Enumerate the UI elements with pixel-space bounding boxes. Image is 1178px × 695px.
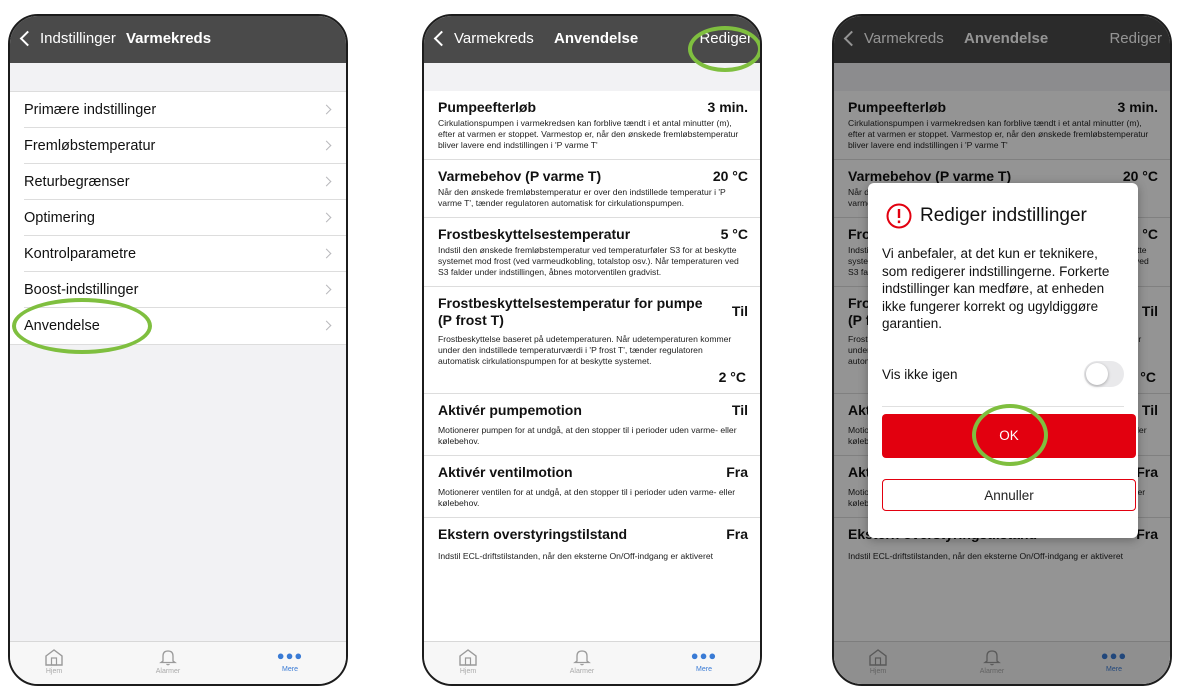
- dialog-title: Rediger indstillinger: [920, 205, 1087, 226]
- home-icon: [459, 649, 477, 666]
- dont-show-again-row: Vis ikke igen: [882, 359, 1124, 389]
- tab-label: Alarmer: [569, 668, 595, 675]
- setting-varmebehov[interactable]: Varmebehov (P varme T) 20 °C Når den øns…: [424, 160, 760, 218]
- tab-alarms[interactable]: Alarmer: [552, 648, 612, 675]
- setting-value: 20 °C: [712, 168, 748, 184]
- list-item-optimering[interactable]: Optimering: [10, 200, 346, 236]
- back-label: Varmekreds: [454, 30, 534, 47]
- setting-description: Motionerer ventilen for at undgå, at den…: [438, 487, 736, 508]
- setting-value: Til: [731, 303, 748, 319]
- setting-ekstern-overstyring[interactable]: Ekstern overstyringstilstand Fra Indstil…: [424, 518, 760, 570]
- back-label: Indstillinger: [40, 30, 116, 47]
- tab-label: Mere: [696, 666, 712, 673]
- tab-alarms[interactable]: Alarmer: [138, 648, 198, 675]
- highlight-ring: [972, 404, 1048, 466]
- list-item-label: Fremløbstemperatur: [24, 138, 156, 154]
- setting-description: Frostbeskyttelse baseret på udetemperatu…: [438, 334, 732, 366]
- setting-description: Indstil den ønskede fremløbstemperatur v…: [438, 245, 739, 277]
- chevron-right-icon: [321, 248, 332, 259]
- chevron-right-icon: [321, 104, 332, 115]
- tab-home[interactable]: Hjem: [24, 648, 84, 675]
- phone-screen-anvendelse: Varmekreds Anvendelse Rediger Pumpeefter…: [422, 14, 762, 686]
- dont-show-again-toggle[interactable]: [1084, 361, 1124, 387]
- tab-label: Alarmer: [155, 668, 181, 675]
- bell-icon: [159, 650, 177, 666]
- chevron-right-icon: [321, 284, 332, 295]
- list-item-label: Optimering: [24, 210, 95, 226]
- page-title: Anvendelse: [554, 30, 639, 47]
- warning-icon: [886, 203, 912, 229]
- list-item-label: Returbegrænser: [24, 174, 130, 190]
- settings-detail-list: Pumpeefterløb 3 min. Cirkulationspumpen …: [424, 91, 760, 651]
- setting-value: Fra: [726, 464, 748, 480]
- list-item-label: Kontrolparametre: [24, 246, 137, 262]
- setting-title: Aktivér pumpemotion: [438, 402, 582, 418]
- setting-frostbeskyttelse[interactable]: Frostbeskyttelsestemperatur 5 °C Indstil…: [424, 218, 760, 287]
- home-icon: [45, 649, 63, 666]
- tab-bar: Hjem Alarmer ●●● Mere: [10, 641, 346, 684]
- cancel-button[interactable]: Annuller: [882, 479, 1136, 511]
- list-item-label: Boost-indstillinger: [24, 282, 139, 298]
- setting-title: Frostbeskyttelsestemperatur: [438, 226, 631, 242]
- setting-description: Indstil ECL-driftstilstanden, når den ek…: [438, 551, 713, 561]
- setting-value: Fra: [726, 526, 748, 542]
- setting-description: Motionerer pumpen for at undgå, at den s…: [438, 425, 737, 446]
- setting-ventilmotion[interactable]: Aktivér ventilmotion Fra Motionerer vent…: [424, 456, 760, 518]
- list-item-kontrol[interactable]: Kontrolparametre: [10, 236, 346, 272]
- setting-value: Til: [731, 402, 748, 418]
- list-item-retur[interactable]: Returbegrænser: [10, 164, 346, 200]
- phone-screen-anvendelse-dialog: Varmekreds Anvendelse Rediger Pumpeefter…: [832, 14, 1172, 686]
- list-item-label: Primære indstillinger: [24, 102, 157, 118]
- confirm-dialog: Rediger indstillinger Vi anbefaler, at d…: [868, 183, 1138, 538]
- setting-title: Varmebehov (P varme T): [438, 168, 602, 184]
- tab-label: Hjem: [45, 668, 63, 675]
- setting-pumpemotion[interactable]: Aktivér pumpemotion Til Motionerer pumpe…: [424, 394, 760, 456]
- more-dots-icon: ●●●: [690, 648, 718, 663]
- back-button[interactable]: Varmekreds: [432, 30, 534, 47]
- setting-title: Ekstern overstyringstilstand: [438, 526, 628, 542]
- list-item-primaere[interactable]: Primære indstillinger: [10, 92, 346, 128]
- setting-description: Cirkulationspumpen i varmekredsen kan fo…: [438, 118, 739, 150]
- navigation-bar: Indstillinger Varmekreds: [10, 16, 346, 63]
- dialog-header: Rediger indstillinger: [886, 203, 1087, 229]
- toggle-knob: [1086, 363, 1108, 385]
- chevron-right-icon: [321, 212, 332, 223]
- setting-title: Frostbeskyttelsestemperatur for pumpe (P…: [438, 295, 703, 328]
- highlight-ring: [688, 26, 760, 72]
- phone-screen-varmekreds: Indstillinger Varmekreds Primære indstil…: [8, 14, 348, 686]
- more-dots-icon: ●●●: [276, 648, 304, 663]
- setting-value: 3 min.: [707, 99, 748, 115]
- tab-label: Mere: [282, 666, 298, 673]
- tab-home[interactable]: Hjem: [438, 648, 498, 675]
- setting-pumpeefterloeb[interactable]: Pumpeefterløb 3 min. Cirkulationspumpen …: [424, 91, 760, 160]
- setting-frost-pumpe[interactable]: Frostbeskyttelsestemperatur for pumpe (P…: [424, 287, 760, 394]
- setting-description: Når den ønskede fremløbstemperatur er ov…: [438, 187, 726, 208]
- list-item-fremloeb[interactable]: Fremløbstemperatur: [10, 128, 346, 164]
- setting-value-secondary: 2 °C: [718, 369, 746, 385]
- page-title: Varmekreds: [126, 30, 212, 47]
- chevron-right-icon: [321, 140, 332, 151]
- chevron-left-icon: [19, 30, 36, 47]
- back-button[interactable]: Indstillinger: [18, 30, 116, 47]
- chevron-left-icon: [433, 30, 450, 47]
- dialog-message: Vi anbefaler, at det kun er teknikere, s…: [882, 246, 1110, 331]
- setting-title: Pumpeefterløb: [438, 99, 537, 115]
- tab-bar: Hjem Alarmer ●●● Mere: [424, 641, 760, 684]
- tab-more[interactable]: ●●● Mere: [674, 648, 734, 673]
- tab-more[interactable]: ●●● Mere: [260, 648, 320, 673]
- bell-icon: [573, 650, 591, 666]
- chevron-right-icon: [321, 320, 332, 331]
- setting-value: 5 °C: [720, 226, 748, 242]
- toggle-label: Vis ikke igen: [882, 367, 958, 382]
- highlight-ring: [12, 298, 152, 354]
- tab-label: Hjem: [459, 668, 477, 675]
- setting-title: Aktivér ventilmotion: [438, 464, 573, 480]
- chevron-right-icon: [321, 176, 332, 187]
